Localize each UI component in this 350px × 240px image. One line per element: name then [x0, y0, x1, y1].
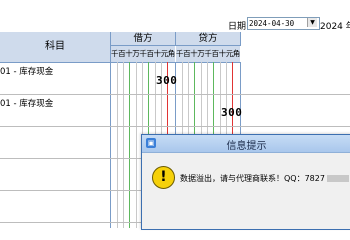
- date-bar: 日期: 2024-04-30 ▼ 2024 年: [0, 16, 350, 32]
- redacted-block: [326, 175, 349, 182]
- debit-column-header: 借方: [111, 32, 176, 46]
- debit-digit-header: 千百十万千百十元角分: [111, 46, 175, 63]
- row-divider: [0, 94, 350, 95]
- grid-line: [129, 62, 130, 228]
- dialog-body: [142, 153, 350, 229]
- grid-line: [136, 62, 137, 228]
- subject-cell[interactable]: 01 - 库存现金: [0, 97, 53, 109]
- year-text: 2024 年: [320, 22, 350, 32]
- debit-amount[interactable]: 300: [156, 74, 177, 87]
- date-value: 2024-04-30: [249, 19, 295, 28]
- chevron-down-icon[interactable]: ▼: [307, 18, 317, 27]
- credit-amount[interactable]: 300: [221, 106, 242, 119]
- dialog-title: 信息提示: [226, 141, 267, 152]
- subject-column-header: 科目: [0, 32, 111, 63]
- subject-cell[interactable]: 01 - 库存现金: [0, 65, 53, 77]
- credit-digit-header: 千百十万千百十元角分: [176, 46, 240, 63]
- warning-icon: !: [152, 166, 175, 189]
- grid-line: [117, 62, 118, 228]
- column-divider: [110, 62, 111, 228]
- credit-column-header: 贷方: [176, 32, 241, 46]
- dialog-message: 数据溢出，请与代理商联系！QQ：7827: [180, 173, 349, 184]
- row-divider: [0, 126, 350, 127]
- date-label: 日期:: [228, 22, 250, 32]
- info-dialog: ▣ 信息提示 ! 数据溢出，请与代理商联系！QQ：7827: [141, 134, 350, 230]
- grid-line: [123, 62, 124, 228]
- dialog-message-text: 数据溢出，请与代理商联系！QQ：7827: [180, 174, 325, 183]
- dialog-title-bar[interactable]: ▣ 信息提示: [142, 135, 350, 153]
